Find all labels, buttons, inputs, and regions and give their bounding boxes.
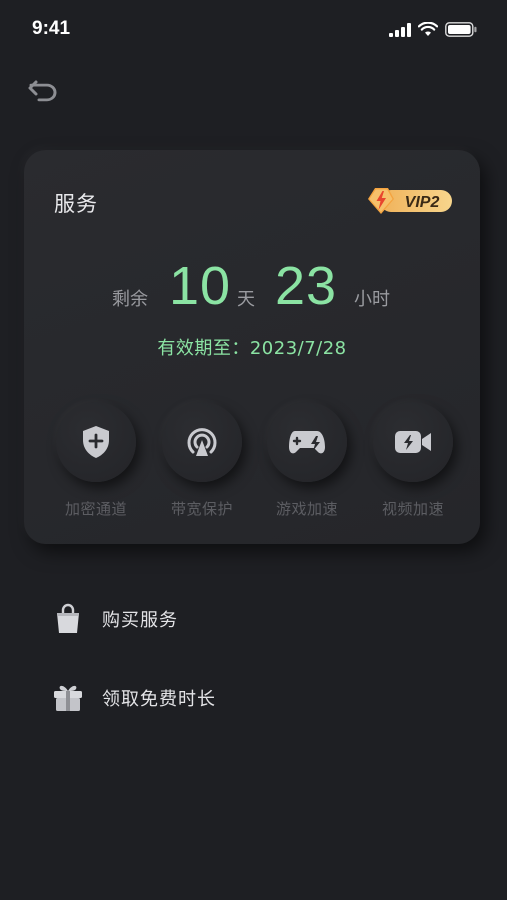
status-icons [389, 22, 477, 37]
days-unit: 天 [237, 289, 255, 310]
video-bolt-icon [395, 431, 431, 453]
feature-icon-circle [56, 402, 136, 482]
wifi-icon [418, 22, 438, 36]
feature-label: 视频加速 [381, 500, 444, 518]
menu-item-buy-service[interactable]: 购买服务 [52, 597, 472, 641]
battery-icon [445, 22, 477, 37]
shield-plus-icon [83, 426, 109, 458]
menu-label: 购买服务 [102, 610, 178, 631]
feature-icon-circle [162, 402, 242, 482]
shopping-bag-icon [57, 603, 79, 633]
feature-icon-circle [373, 402, 453, 482]
expiry-date: 有效期至：2023/7/28 [157, 338, 347, 359]
menu-icon [52, 603, 84, 635]
feature-video-acceleration[interactable]: 视频加速 [363, 402, 463, 519]
menu-icon [52, 682, 84, 714]
remain-prefix: 剩余 [112, 289, 148, 310]
back-arrow-icon [28, 80, 57, 102]
feature-row: 加密通道 带宽保护 游戏加速 视频加速 [24, 402, 480, 522]
remaining-time: 剩余 10 天 23 小时 [24, 255, 480, 325]
status-bar: 9:41 [0, 0, 507, 60]
service-card: 服务 VIP2 剩余 10 天 23 小时 有效期至：2023/7/28 加密通… [24, 150, 480, 544]
hours-value: 23 [275, 256, 338, 316]
menu-item-free-time[interactable]: 领取免费时长 [52, 676, 472, 720]
cellular-signal-icon [389, 22, 411, 37]
feature-encrypted-channel[interactable]: 加密通道 [46, 402, 146, 519]
back-button[interactable] [26, 76, 62, 106]
feature-game-acceleration[interactable]: 游戏加速 [257, 402, 357, 519]
vip-badge-label: VIP2 [405, 194, 440, 211]
vip-badge: VIP2 [368, 188, 452, 214]
feature-label: 加密通道 [64, 500, 127, 518]
feature-bandwidth-protection[interactable]: 带宽保护 [152, 402, 252, 519]
gamepad-bolt-icon [289, 431, 325, 454]
menu-label: 领取免费时长 [102, 689, 216, 710]
feature-label: 带宽保护 [170, 500, 233, 518]
gift-icon [54, 685, 82, 711]
broadcast-icon [187, 428, 217, 456]
status-time: 9:41 [32, 18, 71, 39]
hours-unit: 小时 [354, 289, 390, 310]
days-value: 10 [169, 256, 232, 316]
card-title: 服务 [54, 192, 98, 216]
feature-label: 游戏加速 [275, 500, 338, 518]
service-screen: 9:41 服务 VIP2 剩余 10 天 23 小时 有效期至：2023/7/2… [0, 0, 507, 900]
feature-icon-circle [267, 402, 347, 482]
